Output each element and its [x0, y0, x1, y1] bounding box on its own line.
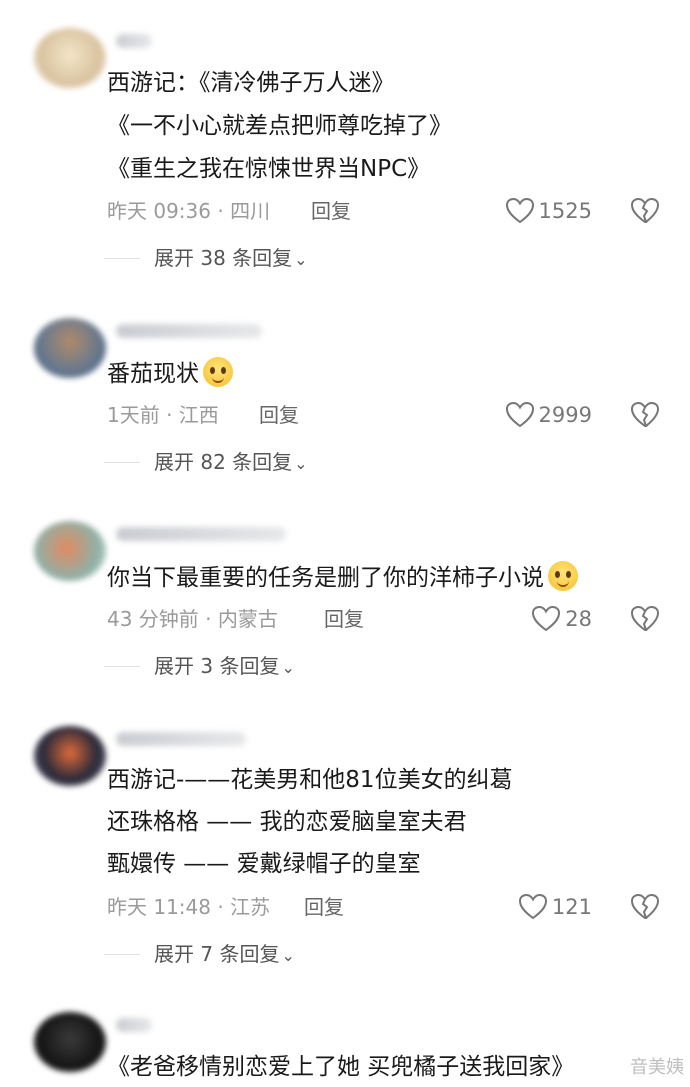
like-button[interactable]: 2999 — [505, 400, 592, 430]
timestamp-location: 昨天 09:36 · 四川 — [107, 199, 271, 223]
watermark: 音美姨 — [630, 1057, 684, 1078]
comment-meta-row: 43 分钟前 · 内蒙古 回复 28 — [0, 604, 690, 634]
comment-text-line: 《一不小心就差点把师尊吃掉了》 — [107, 113, 452, 139]
timestamp-location: 昨天 11:48 · 江苏 — [107, 895, 271, 919]
avatar[interactable] — [34, 726, 106, 786]
broken-heart-icon[interactable] — [630, 605, 660, 633]
chevron-down-icon: ⌄ — [281, 946, 295, 965]
heart-outline-icon — [505, 197, 534, 224]
comment-text-line: 西游记：《清冷佛子万人迷》 — [107, 70, 395, 96]
username[interactable] — [116, 34, 152, 48]
broken-heart-icon[interactable] — [630, 893, 660, 921]
comment-text-line: 《老爸移情别恋爱上了她 买兜橘子送我回家》 — [107, 1054, 575, 1080]
expand-replies-label: 展开 38 条回复 — [154, 246, 293, 270]
comment-meta-row: 昨天 11:48 · 江苏 回复 121 — [0, 892, 690, 922]
reply-button[interactable]: 回复 — [259, 400, 299, 430]
timestamp-location: 1天前 · 江西 — [107, 403, 219, 427]
reply-button[interactable]: 回复 — [304, 892, 344, 922]
avatar[interactable] — [34, 318, 106, 378]
avatar[interactable] — [34, 521, 106, 581]
comment-text-line: 还珠格格 —— 我的恋爱脑皇室夫君 — [107, 809, 467, 835]
divider — [104, 666, 140, 667]
expand-replies-label: 展开 7 条回复 — [154, 942, 280, 966]
like-button[interactable]: 1525 — [505, 196, 592, 226]
expand-replies-label: 展开 3 条回复 — [154, 654, 280, 678]
broken-heart-icon[interactable] — [630, 197, 660, 225]
smiley-emoji-icon — [203, 357, 233, 387]
avatar[interactable] — [34, 1012, 106, 1072]
chevron-down-icon: ⌄ — [294, 250, 308, 269]
comment-meta-row: 昨天 09:36 · 四川 回复 1525 — [0, 196, 690, 226]
like-count: 121 — [551, 895, 592, 919]
chevron-down-icon: ⌄ — [281, 658, 295, 677]
comment-text-line: 《重生之我在惊悚世界当NPC》 — [107, 156, 431, 182]
heart-outline-icon — [518, 893, 547, 920]
broken-heart-icon[interactable] — [630, 401, 660, 429]
smiley-emoji-icon — [548, 561, 578, 591]
comment-text-line: 甄嬛传 —— 爱戴绿帽子的皇室 — [107, 851, 421, 877]
reply-button[interactable]: 回复 — [311, 196, 351, 226]
like-count: 28 — [565, 607, 592, 631]
divider — [104, 462, 140, 463]
expand-replies-label: 展开 82 条回复 — [154, 450, 293, 474]
username[interactable] — [116, 732, 246, 746]
username[interactable] — [116, 1018, 152, 1032]
like-button[interactable]: 121 — [518, 892, 592, 922]
divider — [104, 258, 140, 259]
comment-text-line: 西游记-——花美男和他81位美女的纠葛 — [107, 767, 513, 793]
comment-text-line: 你当下最重要的任务是删了你的洋柿子小说 — [107, 561, 578, 593]
divider — [104, 954, 140, 955]
avatar[interactable] — [34, 28, 106, 88]
heart-outline-icon — [505, 401, 534, 428]
chevron-down-icon: ⌄ — [294, 454, 308, 473]
heart-outline-icon — [532, 605, 561, 632]
comment-text-line: 番茄现状 — [107, 357, 233, 389]
like-count: 1525 — [538, 199, 592, 223]
like-button[interactable]: 28 — [531, 604, 592, 634]
username[interactable] — [116, 324, 262, 338]
username[interactable] — [116, 527, 286, 541]
timestamp-location: 43 分钟前 · 内蒙古 — [107, 607, 278, 631]
comment-meta-row: 1天前 · 江西 回复 2999 — [0, 400, 690, 430]
like-count: 2999 — [538, 403, 592, 427]
reply-button[interactable]: 回复 — [324, 604, 364, 634]
